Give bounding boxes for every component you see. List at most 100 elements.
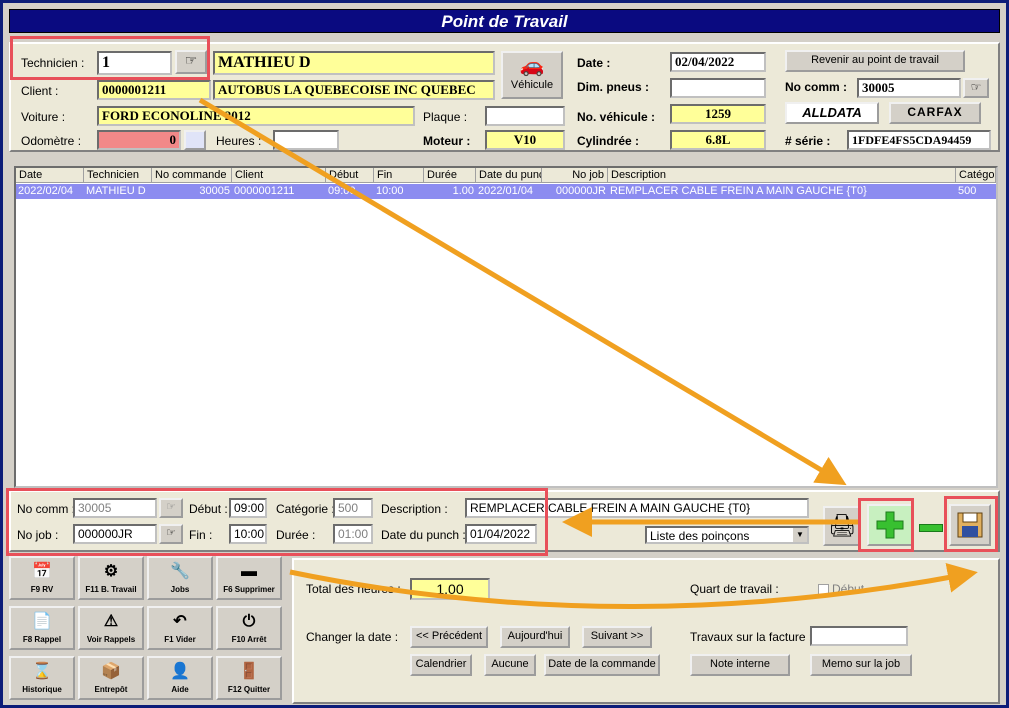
shortcut-button[interactable]: 🚪 F12 Quitter [216,656,282,700]
date-input[interactable]: 02/04/2022 [670,52,766,72]
cell-duree: 1.00 [452,185,474,197]
recall-icon: ⚠ [103,613,119,630]
column-header-categorie[interactable]: Catégor [956,168,996,183]
shortcut-button[interactable]: ⏻ F10 Arrêt [216,606,282,650]
print-button[interactable]: 🖨 [823,506,861,546]
shortcut-label: F12 Quitter [227,685,271,694]
travaux-facture-input[interactable] [810,626,908,646]
memo-job-button[interactable]: Memo sur la job [810,654,912,676]
no-vehicule-field: 1259 [670,104,766,124]
add-button[interactable] [867,504,913,546]
save-button[interactable] [949,504,991,546]
shortcut-label: F1 Vider [164,635,196,644]
quart-debut-checkbox[interactable]: Début [818,582,864,596]
total-heures-label: Total des heures : [306,582,401,596]
dim-pneus-label: Dim. pneus : [577,80,650,94]
lookup-hand-icon: ☞ [184,52,198,68]
plaque-input[interactable] [485,106,565,126]
heures-input[interactable] [273,130,339,150]
shortcut-grid: 📅 F9 RV ⚙ F11 B. Travail 🔧 Jobs ▬ F6 Supprimer 📄… [9,556,285,704]
detail-no-job-input[interactable]: 000000JR [73,524,157,544]
detail-no-job-lookup-button[interactable]: ☞ [159,524,183,544]
bottom-panel: Total des heures : 1.00 Quart de travail… [292,558,1000,704]
technicien-lookup-button[interactable]: ☞ [175,50,207,74]
detail-categorie-field: 500 [333,498,373,518]
cell-debut: 09:00 [328,185,356,197]
shortcut-button[interactable]: 📦 Entrepôt [78,656,144,700]
detail-description-input[interactable]: REMPLACER CABLE FREIN A MAIN GAUCHE {T0} [465,498,809,518]
aujourdhui-button[interactable]: Aujourd'hui [500,626,570,648]
shortcut-label: F8 Rappel [22,635,62,644]
stop-icon: ⏻ [242,613,256,630]
liste-poincons-select[interactable]: Liste des poinçons ▼ [645,526,809,544]
serie-label: # série : [785,134,831,148]
detail-no-comm-lookup-button[interactable]: ☞ [159,498,183,518]
shortcut-button[interactable]: 🔧 Jobs [147,556,213,600]
calendar-icon: 📅 [32,563,52,580]
shortcut-button[interactable]: ⚠ Voir Rappels [78,606,144,650]
detail-no-comm-label: No comm : [17,502,76,516]
shortcut-button[interactable]: ↶ F1 Vider [147,606,213,650]
remove-button[interactable] [919,524,943,532]
date-label: Date : [577,56,611,70]
column-header-no-job[interactable]: No job [542,168,608,183]
precedent-button[interactable]: << Précédent [410,626,488,648]
warehouse-icon: 📦 [101,663,121,680]
vehicule-button-label: Véhicule [510,79,554,91]
cell-fin: 10:00 [376,185,404,197]
revenir-button[interactable]: Revenir au point de travail [785,50,965,72]
punch-table[interactable]: Date Technicien No commande Client Début… [14,166,998,488]
aucune-button[interactable]: Aucune [484,654,536,676]
shortcut-label: Aide [171,685,189,694]
suivant-button[interactable]: Suivant >> [582,626,652,648]
column-header-description[interactable]: Description [608,168,956,183]
column-header-fin[interactable]: Fin [374,168,424,183]
no-comm-input[interactable]: 30005 [857,78,961,98]
table-row[interactable]: 2022/02/04 MATHIEU D 30005 0000001211 09… [16,184,996,199]
odometre-button[interactable] [184,130,206,150]
shortcut-label: Entrepôt [94,685,128,694]
lookup-hand-icon: ☞ [166,501,176,513]
note-interne-button[interactable]: Note interne [690,654,790,676]
detail-debut-input[interactable]: 09:00 [229,498,267,518]
detail-description-label: Description : [381,502,448,516]
technicien-name-field: MATHIEU D [213,51,495,75]
column-header-no-commande[interactable]: No commande [152,168,232,183]
serie-field: 1FDFE4FS5CDA94459 [847,130,991,150]
shortcut-button[interactable]: ▬ F6 Supprimer [216,556,282,600]
column-header-date-punch[interactable]: Date du punch [476,168,542,183]
cell-technicien: MATHIEU D [86,185,146,197]
hourglass-icon: ⌛ [32,663,52,680]
date-commande-button[interactable]: Date de la commande [544,654,660,676]
cell-no-commande: 30005 [199,185,230,197]
vehicule-button[interactable]: 🚗 Véhicule [501,51,563,99]
column-header-technicien[interactable]: Technicien [84,168,152,183]
cell-description: REMPLACER CABLE FREIN A MAIN GAUCHE {T0} [610,185,867,197]
detail-fin-label: Fin : [189,528,213,542]
detail-date-punch-input[interactable]: 01/04/2022 [465,524,537,544]
client-name-field: AUTOBUS LA QUEBECOISE INC QUEBEC [213,80,495,100]
dim-pneus-input[interactable] [670,78,766,98]
detail-duree-field: 01:00 [333,524,373,544]
odometre-input[interactable]: 0 [97,130,181,150]
shortcut-button[interactable]: ⌛ Historique [9,656,75,700]
cell-date: 2022/02/04 [18,185,74,197]
alldata-button[interactable]: ALLDATA [785,102,879,124]
cylindree-label: Cylindrée : [577,134,640,148]
calendrier-button[interactable]: Calendrier [410,654,472,676]
column-header-date[interactable]: Date [16,168,84,183]
voiture-field: FORD ECONOLINE 2012 [97,106,415,126]
detail-fin-input[interactable]: 10:00 [229,524,267,544]
quart-travail-label: Quart de travail : [690,582,779,596]
shortcut-button[interactable]: 📅 F9 RV [9,556,75,600]
liste-poincons-value: Liste des poinçons [650,529,750,543]
shortcut-button[interactable]: 📄 F8 Rappel [9,606,75,650]
technicien-input[interactable]: 1 [97,51,172,75]
column-header-duree[interactable]: Durée [424,168,476,183]
shortcut-button[interactable]: ⚙ F11 B. Travail [78,556,144,600]
shortcut-button[interactable]: 👤 Aide [147,656,213,700]
column-header-client[interactable]: Client [232,168,326,183]
no-comm-lookup-button[interactable]: ☞ [963,78,989,98]
carfax-button[interactable]: CARFAX [889,102,981,124]
column-header-debut[interactable]: Début [326,168,374,183]
